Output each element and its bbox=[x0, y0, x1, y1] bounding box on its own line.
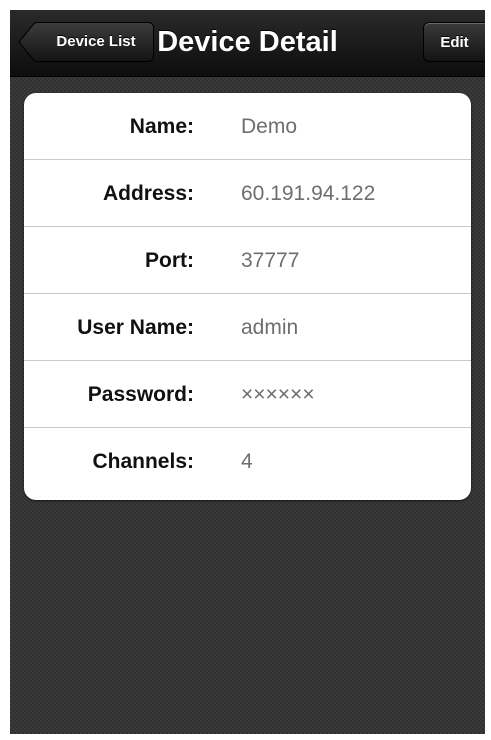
row-label: Port: bbox=[145, 249, 194, 272]
table-row-password: Password: ×××××× bbox=[24, 361, 471, 428]
row-value: admin bbox=[241, 316, 299, 339]
screen: Device Detail Device List Edit Name: Dem… bbox=[10, 10, 485, 734]
row-label: Name: bbox=[129, 115, 194, 138]
row-value: 4 bbox=[241, 450, 253, 473]
table-row-address: Address: 60.191.94.122 bbox=[24, 160, 471, 227]
table-row-name: Name: Demo bbox=[24, 93, 471, 160]
table-row-port: Port: 37777 bbox=[24, 227, 471, 294]
row-value: 37777 bbox=[241, 249, 300, 272]
table-row-user-name: User Name: admin bbox=[24, 294, 471, 361]
row-label: Address: bbox=[102, 182, 194, 205]
row-label: Channels: bbox=[92, 450, 194, 473]
table-row-channels: Channels: 4 bbox=[24, 428, 471, 495]
edit-button[interactable]: Edit bbox=[423, 22, 485, 62]
row-label: User Name: bbox=[77, 316, 194, 339]
row-value: ×××××× bbox=[241, 383, 315, 406]
row-value: 60.191.94.122 bbox=[241, 182, 376, 205]
row-label: Password: bbox=[87, 383, 194, 406]
device-detail-table: Name: Demo Address: 60.191.94.122 Port: … bbox=[24, 93, 471, 500]
navigation-bar: Device Detail Device List Edit bbox=[10, 10, 485, 77]
back-button-label: Device List bbox=[56, 33, 136, 50]
row-value: Demo bbox=[241, 115, 298, 138]
